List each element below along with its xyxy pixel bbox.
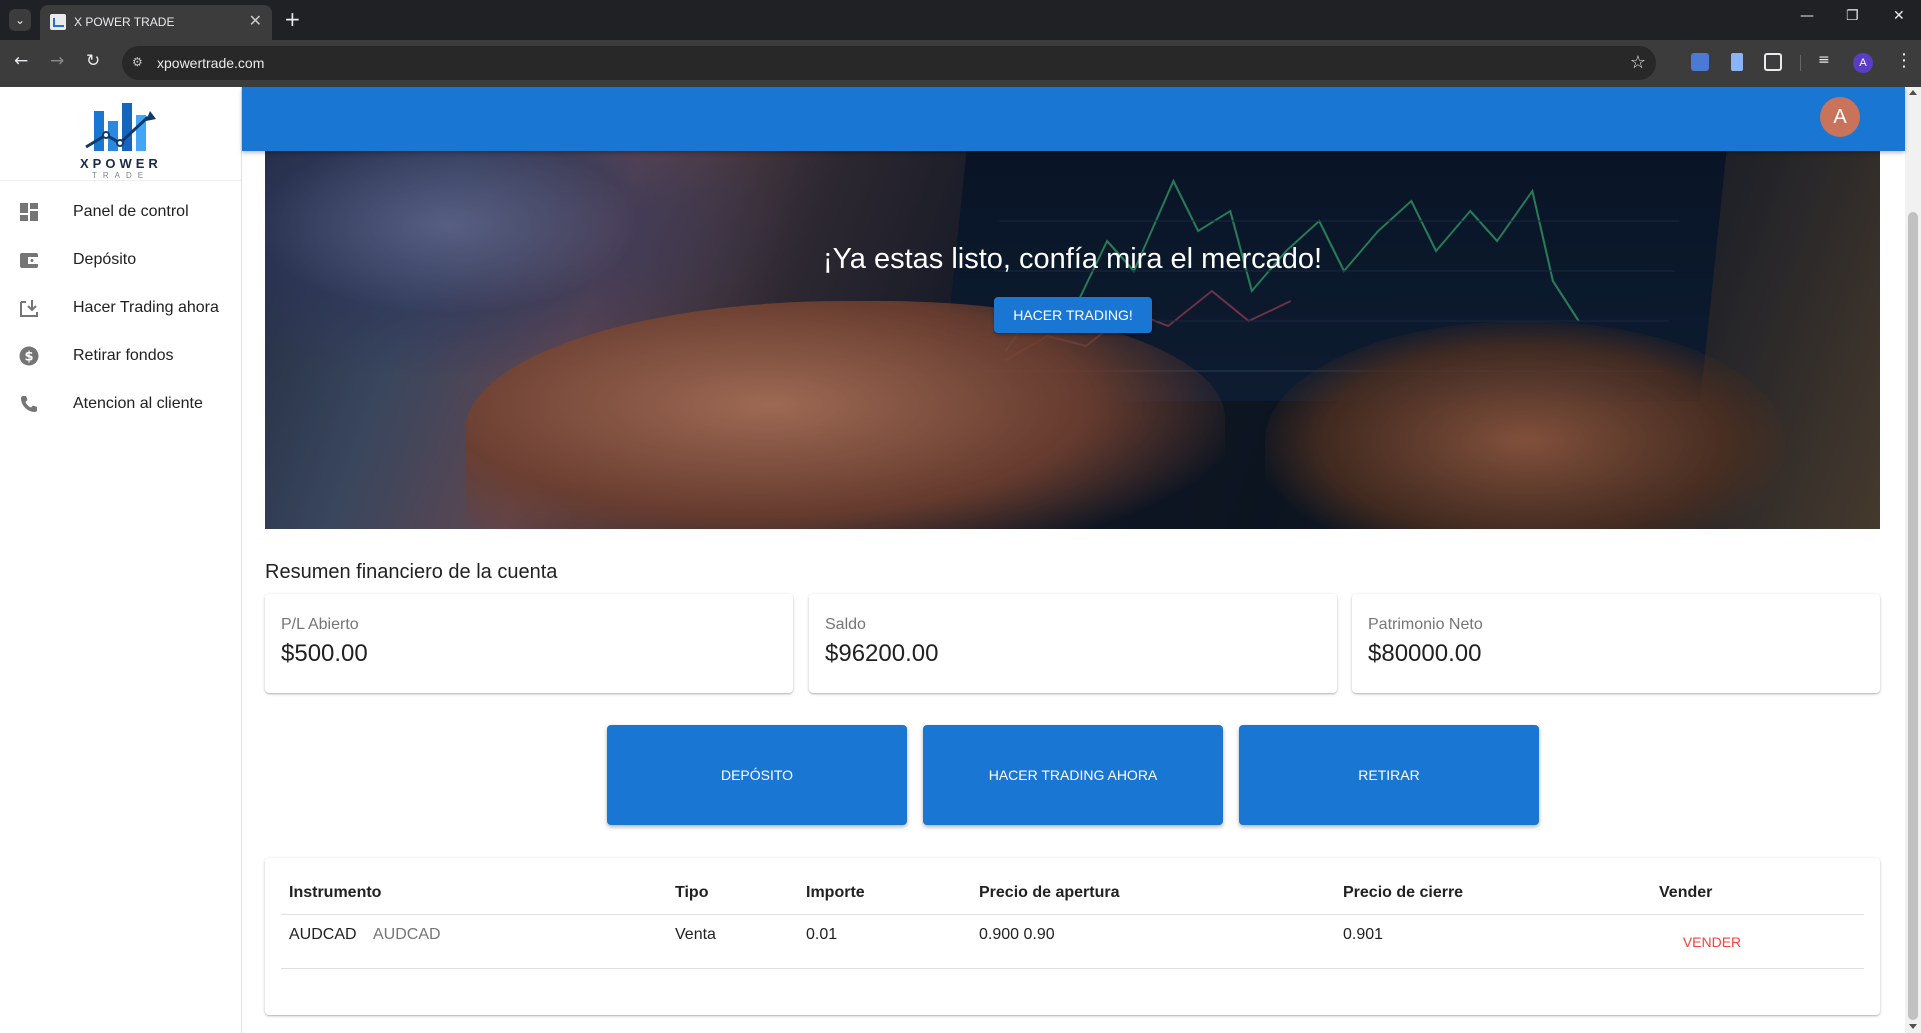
phone-icon: [21, 396, 37, 412]
sidebar-item-retirar-fondos[interactable]: $ Retirar fondos: [0, 332, 241, 380]
bookmark-star-icon[interactable]: ☆: [1630, 52, 1646, 73]
browser-menu-icon[interactable]: ⋮: [1895, 50, 1913, 71]
window-close-icon[interactable]: ✕: [1893, 8, 1905, 24]
card-value: $96200.00: [825, 640, 939, 667]
wallet-icon: [20, 253, 38, 268]
row-divider: [281, 968, 1864, 969]
sidebar: XPOWER TRADE Panel de control Depósito H…: [0, 87, 242, 1033]
header-divider: [281, 914, 1864, 915]
column-header-type: Tipo: [675, 884, 709, 901]
cell-instrument: AUDCAD: [289, 926, 357, 943]
sell-button[interactable]: VENDER: [1662, 924, 1762, 960]
cell-type: Venta: [675, 926, 716, 943]
cell-open-price: 0.900 0.90: [979, 926, 1055, 943]
column-header-close-price: Precio de cierre: [1343, 884, 1464, 901]
withdraw-button[interactable]: RETIRAR: [1239, 725, 1539, 825]
browser-profile-avatar[interactable]: A: [1853, 53, 1873, 73]
sidebar-item-label: Depósito: [73, 251, 137, 268]
media-control-icon[interactable]: ≡: [1818, 52, 1830, 68]
card-label: Saldo: [825, 616, 866, 633]
dashboard-icon: [20, 203, 38, 221]
scrollbar-thumb[interactable]: [1908, 212, 1918, 1020]
hero-title: ¡Ya estas listo, confía mira el mercado!: [822, 243, 1323, 275]
sidebar-item-atencion-al-cliente[interactable]: Atencion al cliente: [0, 380, 241, 428]
forward-icon[interactable]: →: [50, 51, 64, 71]
svg-text:$: $: [24, 350, 33, 365]
hero-banner: ¡Ya estas listo, confía mira el mercado!…: [265, 121, 1880, 529]
user-avatar[interactable]: A: [1820, 97, 1860, 137]
card-label: Patrimonio Neto: [1368, 616, 1483, 633]
column-header-sell: Vender: [1659, 884, 1713, 901]
browser-tab[interactable]: X POWER TRADE ✕: [40, 5, 272, 40]
card-label: P/L Abierto: [281, 616, 359, 633]
sidebar-item-label: Hacer Trading ahora: [73, 299, 219, 316]
positions-table: Instrumento Tipo Importe Precio de apert…: [265, 858, 1880, 1015]
scroll-down-arrow-icon[interactable]: [1909, 1024, 1917, 1029]
summary-title: Resumen financiero de la cuenta: [265, 561, 558, 583]
new-tab-icon[interactable]: +: [284, 7, 301, 31]
address-bar[interactable]: ⚙ xpowertrade.com ☆: [122, 46, 1656, 80]
sidebar-item-label: Atencion al cliente: [73, 395, 203, 412]
favicon-icon: [50, 14, 66, 30]
sidebar-divider: [0, 180, 241, 181]
logo-subtext: TRADE: [92, 171, 150, 180]
toolbar-divider: [1800, 55, 1801, 71]
dollar-icon: $: [19, 346, 39, 366]
sidebar-item-panel-de-control[interactable]: Panel de control: [0, 188, 241, 236]
close-tab-icon[interactable]: ✕: [249, 12, 262, 30]
back-icon[interactable]: ←: [14, 51, 28, 71]
logo-text: XPOWER: [80, 156, 162, 171]
reader-extension-icon[interactable]: [1731, 53, 1743, 71]
site-info-icon[interactable]: ⚙: [132, 55, 148, 71]
app-bar: [242, 87, 1905, 151]
summary-card-open-pl: P/L Abierto $500.00: [265, 594, 793, 693]
sidebar-item-deposito[interactable]: Depósito: [0, 236, 241, 284]
tab-title: X POWER TRADE: [74, 15, 175, 29]
column-header-instrument: Instrumento: [289, 884, 382, 901]
summary-card-net-worth: Patrimonio Neto $80000.00: [1352, 594, 1880, 693]
browser-toolbar: ← → ↻ ⚙ xpowertrade.com ☆ ≡ A ⋮: [0, 40, 1921, 87]
translate-extension-icon[interactable]: [1691, 53, 1709, 71]
summary-card-balance: Saldo $96200.00: [809, 594, 1337, 693]
tab-bar: ⌄ X POWER TRADE ✕ + — ❐ ✕: [0, 0, 1921, 40]
sidebar-item-label: Retirar fondos: [73, 347, 174, 364]
cell-amount: 0.01: [806, 926, 838, 943]
column-header-open-price: Precio de apertura: [979, 884, 1120, 901]
hero-trade-button[interactable]: HACER TRADING!: [994, 297, 1152, 333]
browser-chrome: ⌄ X POWER TRADE ✕ + — ❐ ✕ ← → ↻ ⚙ xpower…: [0, 0, 1921, 87]
cell-close-price: 0.901: [1343, 926, 1384, 943]
restore-icon[interactable]: ❐: [1846, 8, 1859, 24]
tab-search-icon[interactable]: ⌄: [9, 9, 31, 31]
download-icon: [20, 300, 38, 317]
extensions-puzzle-icon[interactable]: [1764, 53, 1782, 71]
minimize-icon[interactable]: —: [1800, 8, 1814, 24]
scroll-up-arrow-icon[interactable]: [1909, 90, 1917, 95]
card-value: $80000.00: [1368, 640, 1482, 667]
card-value: $500.00: [281, 640, 368, 667]
column-header-amount: Importe: [806, 884, 865, 901]
sidebar-item-hacer-trading[interactable]: Hacer Trading ahora: [0, 284, 241, 332]
page: XPOWER TRADE Panel de control Depósito H…: [0, 87, 1921, 1033]
page-scrollbar[interactable]: [1905, 87, 1921, 1033]
reload-icon[interactable]: ↻: [86, 51, 100, 71]
sidebar-item-label: Panel de control: [73, 203, 189, 220]
trade-now-button[interactable]: HACER TRADING AHORA: [923, 725, 1223, 825]
url-text[interactable]: xpowertrade.com: [157, 55, 264, 71]
deposit-button[interactable]: DEPÓSITO: [607, 725, 907, 825]
cell-instrument-sub: AUDCAD: [373, 926, 441, 943]
